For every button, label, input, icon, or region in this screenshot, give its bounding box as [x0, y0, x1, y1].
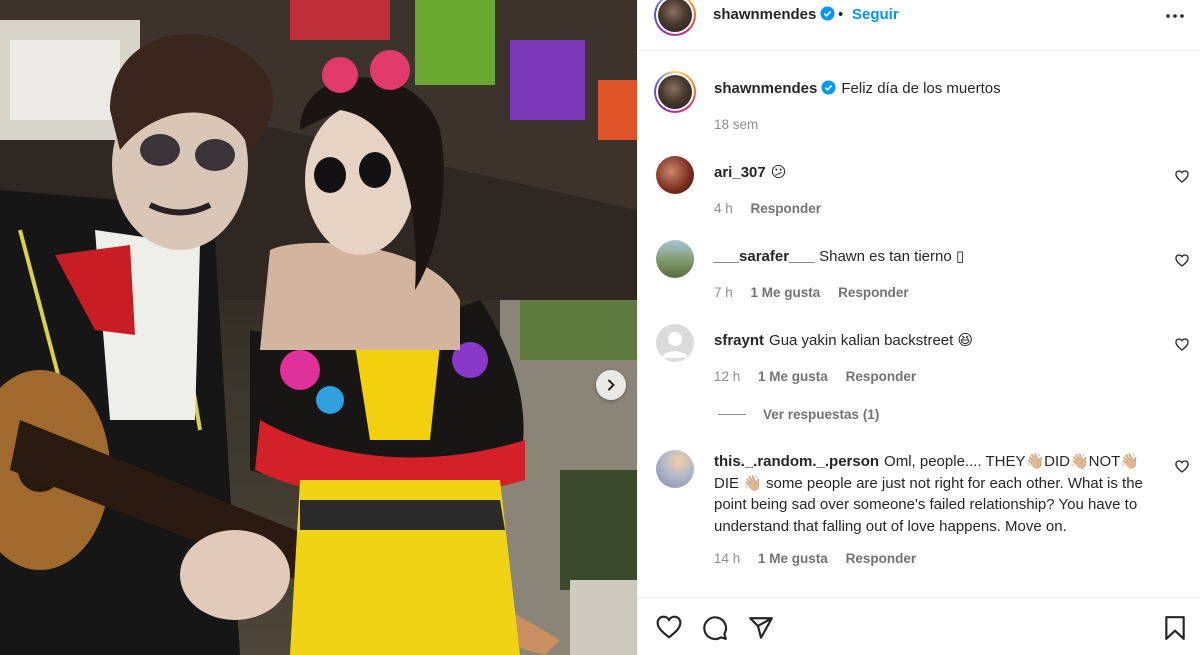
reply-button[interactable]: Responder — [846, 551, 917, 566]
replies-divider — [718, 414, 746, 415]
comment-meta: 4 h Responder — [714, 201, 835, 216]
comment-username[interactable]: this._.random._.person — [714, 453, 879, 470]
comment-body: ari_307 😕 — [714, 162, 1154, 183]
post-actions-bar — [638, 597, 1200, 655]
comment-text: Shawn es tan tierno ▯ — [819, 248, 965, 265]
bookmark-icon[interactable] — [1164, 615, 1186, 641]
caption-time[interactable]: 18 sem — [714, 117, 758, 132]
follow-button[interactable]: Seguir — [852, 6, 899, 23]
caption-body: shawnmendes Feliz día de los muertos — [714, 78, 1154, 99]
caption-meta: 18 sem — [714, 117, 772, 132]
author-avatar[interactable] — [654, 0, 696, 36]
reply-button[interactable]: Responder — [751, 201, 822, 216]
comment-body: this._.random._.person Oml, people.... TH… — [714, 451, 1154, 537]
commenter-avatar[interactable] — [656, 156, 694, 194]
photo-scene — [0, 0, 637, 655]
author-name[interactable]: shawnmendes — [713, 6, 835, 23]
next-photo-button[interactable] — [596, 370, 626, 400]
comment-body: ___sarafer___ Shawn es tan tierno ▯ — [714, 246, 1154, 267]
comment-time[interactable]: 12 h — [714, 369, 740, 384]
verified-badge-icon — [821, 80, 836, 95]
heart-icon[interactable] — [1175, 460, 1189, 473]
reply-button[interactable]: Responder — [838, 285, 909, 300]
comment-icon[interactable] — [702, 615, 728, 641]
comments-list: shawnmendes Feliz día de los muertos 18 s… — [638, 51, 1200, 597]
post-photo — [0, 0, 637, 655]
comment-likes[interactable]: 1 Me gusta — [758, 551, 828, 566]
separator-dot: • — [838, 6, 844, 23]
heart-icon[interactable] — [1175, 170, 1189, 183]
comment-meta: 7 h 1 Me gusta Responder — [714, 285, 923, 300]
caption-text: Feliz día de los muertos — [841, 80, 1001, 97]
heart-icon[interactable] — [1175, 254, 1189, 267]
default-avatar-icon — [662, 332, 688, 358]
view-replies-button[interactable]: Ver respuestas (1) — [718, 407, 879, 422]
instagram-post-modal: shawnmendes • Seguir shawnmendes Feliz dí… — [0, 0, 1200, 655]
comment-likes[interactable]: 1 Me gusta — [751, 285, 821, 300]
commenter-avatar[interactable] — [656, 324, 694, 362]
commenter-avatar[interactable] — [656, 450, 694, 488]
comment-username[interactable]: ari_307 — [714, 164, 766, 181]
comment-time[interactable]: 14 h — [714, 551, 740, 566]
chevron-right-icon — [608, 379, 615, 391]
verified-badge-icon — [820, 6, 835, 21]
comment-body: sfraynt Gua yakin kalian backstreet 😆 — [714, 330, 1154, 351]
comment-username[interactable]: sfraynt — [714, 332, 764, 349]
comment-likes[interactable]: 1 Me gusta — [758, 369, 828, 384]
reply-button[interactable]: Responder — [846, 369, 917, 384]
comment-meta: 14 h 1 Me gusta Responder — [714, 551, 930, 566]
caption-username[interactable]: shawnmendes — [714, 80, 836, 97]
caption-avatar[interactable] — [654, 71, 696, 113]
view-replies-label: Ver respuestas (1) — [763, 407, 880, 422]
commenter-avatar[interactable] — [656, 240, 694, 278]
comment-meta: 12 h 1 Me gusta Responder — [714, 369, 930, 384]
comment-text: Gua yakin kalian backstreet 😆 — [769, 332, 974, 349]
comment-username[interactable]: ___sarafer___ — [714, 248, 814, 265]
post-side-panel: shawnmendes • Seguir shawnmendes Feliz dí… — [637, 0, 1200, 655]
post-header: shawnmendes • Seguir — [638, 0, 1200, 51]
heart-icon[interactable] — [1175, 338, 1189, 351]
send-icon[interactable] — [748, 615, 774, 641]
comment-time[interactable]: 4 h — [714, 201, 733, 216]
like-button[interactable] — [656, 615, 682, 639]
author-username[interactable]: shawnmendes — [713, 6, 816, 23]
comment-time[interactable]: 7 h — [714, 285, 733, 300]
comment-text: 😕 — [770, 164, 787, 181]
more-options-icon[interactable] — [1165, 8, 1185, 24]
